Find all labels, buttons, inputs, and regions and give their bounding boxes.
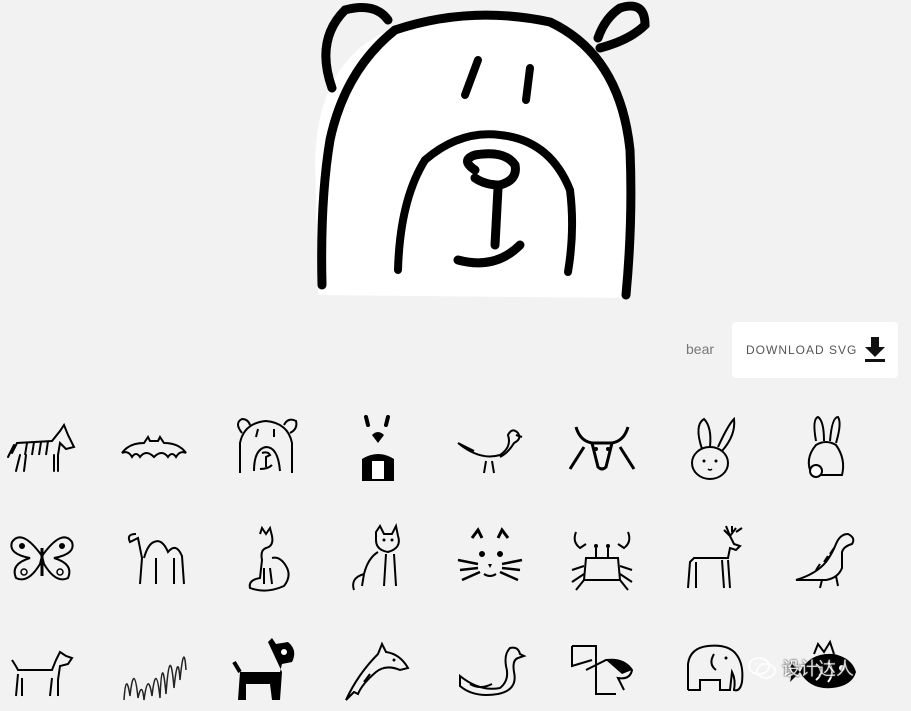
gallery-item[interactable]: [226, 405, 306, 485]
gallery-item[interactable]: [2, 405, 82, 485]
gallery-item[interactable]: [562, 630, 642, 710]
butterfly-icon: [10, 536, 74, 581]
camel-icon: [127, 533, 185, 585]
rabbit-back-icon: [807, 415, 845, 478]
gallery-item[interactable]: [114, 405, 194, 485]
deer-icon: [687, 525, 743, 589]
gallery-item[interactable]: [674, 405, 754, 485]
gallery-item[interactable]: [2, 518, 82, 598]
crab-icon: [571, 531, 633, 591]
gallery-item[interactable]: [450, 405, 530, 485]
cat-face-icon: [457, 527, 523, 582]
gallery-item[interactable]: [786, 518, 866, 598]
selected-animal-name: bear: [686, 341, 715, 357]
dog-icon: [11, 650, 74, 697]
cat-sitting-icon: [248, 525, 290, 592]
elephant-icon: [687, 644, 744, 692]
gallery-item[interactable]: [674, 630, 754, 710]
doodle-icon: [123, 656, 187, 701]
gallery-item[interactable]: [338, 630, 418, 710]
download-svg-label: DOWNLOAD SVG: [746, 343, 858, 357]
bear-large-icon: [315, 1, 650, 300]
bull-icon: [568, 426, 636, 471]
gallery-item[interactable]: [562, 518, 642, 598]
bear-icon: [237, 417, 298, 473]
zebra-icon: [7, 422, 76, 472]
bunny-icon: [691, 416, 736, 480]
wechat-icon: [748, 657, 776, 679]
gallery-item[interactable]: [674, 518, 754, 598]
watermark: 设计达人: [748, 648, 888, 688]
gallery-item[interactable]: [338, 518, 418, 598]
gallery-item[interactable]: [226, 630, 306, 710]
gallery-item[interactable]: [226, 518, 306, 598]
gallery-item[interactable]: [2, 630, 82, 710]
duck-icon: [459, 646, 527, 696]
selected-animal-preview: [300, 0, 650, 302]
cat-icon: [352, 522, 400, 591]
gallery-item[interactable]: [114, 518, 194, 598]
dog-black-icon: [232, 638, 295, 700]
bat-icon: [121, 435, 187, 459]
download-svg-button[interactable]: DOWNLOAD SVG: [732, 322, 898, 378]
gallery-item[interactable]: [338, 405, 418, 485]
dolphin-icon: [345, 641, 410, 701]
download-icon: [865, 337, 885, 362]
gallery-item[interactable]: [786, 405, 866, 485]
watermark-text: 设计达人: [782, 659, 854, 680]
gallery-item[interactable]: [450, 518, 530, 598]
bird-icon: [457, 429, 523, 474]
gallery-item[interactable]: [562, 405, 642, 485]
gallery-item[interactable]: [114, 630, 194, 710]
gallery-item[interactable]: [450, 630, 530, 710]
dinosaur-icon: [795, 532, 855, 589]
bear-heart-icon: [356, 415, 400, 481]
eagle-icon: [571, 645, 634, 695]
